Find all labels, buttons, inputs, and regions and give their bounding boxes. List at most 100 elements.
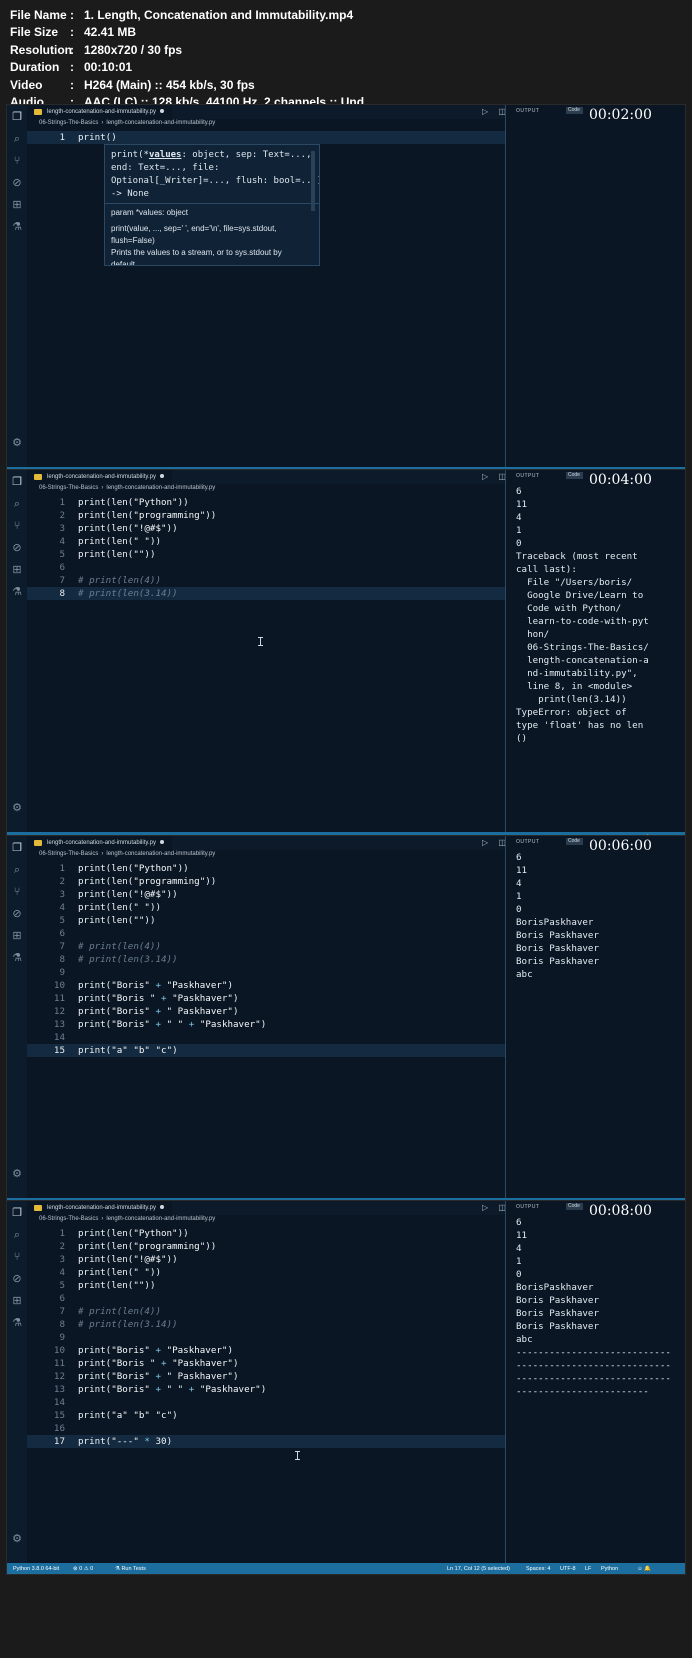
breadcrumb-file[interactable]: length-concatenation-and-immutability.py — [106, 120, 215, 126]
output-panel-title[interactable]: OUTPUT — [516, 839, 540, 845]
code-text[interactable]: print("---" * 30) — [78, 1435, 172, 1448]
explorer-icon[interactable]: ❐ — [11, 476, 23, 488]
settings-gear-icon[interactable]: ⚙ — [11, 1533, 23, 1545]
editor-tab[interactable]: length-concatenation-and-immutability.py — [27, 1201, 172, 1215]
settings-gear-icon[interactable]: ⚙ — [11, 437, 23, 449]
code-line[interactable]: 13 print("Boris" + " " + "Paskhaver") — [27, 1383, 541, 1396]
hover-scrollbar[interactable] — [311, 151, 315, 211]
explorer-icon[interactable]: ❐ — [11, 111, 23, 123]
code-text[interactable]: print(len("programming")) — [78, 875, 216, 888]
code-line[interactable]: 5 print(len("")) — [27, 1279, 541, 1292]
code-editor[interactable]: 1 print(len("Python")) 2 print(len("program… — [27, 496, 541, 832]
source-control-icon[interactable]: ⑂ — [11, 155, 23, 167]
editor-tab[interactable]: length-concatenation-and-immutability.py — [27, 836, 172, 850]
extensions-icon[interactable]: ⊞ — [11, 1295, 23, 1307]
debug-icon[interactable]: ⊘ — [11, 908, 23, 920]
code-line[interactable]: 17 print("---" * 30) — [27, 1435, 541, 1448]
code-text[interactable]: print(len(" ")) — [78, 1266, 161, 1279]
code-text[interactable]: print(len("programming")) — [78, 509, 216, 522]
code-line[interactable]: 6 — [27, 927, 541, 940]
code-text[interactable]: print(len("")) — [78, 1279, 155, 1292]
unsaved-dot-icon[interactable] — [159, 1205, 164, 1210]
code-text[interactable]: # print(len(3.14)) — [78, 587, 178, 600]
code-text[interactable]: print("a" "b" "c") — [78, 1409, 178, 1422]
breadcrumb-folder[interactable]: 06-Strings-The-Basics — [39, 851, 98, 857]
settings-gear-icon[interactable]: ⚙ — [11, 802, 23, 814]
code-line[interactable]: 10 print("Boris" + "Paskhaver") — [27, 1344, 541, 1357]
code-text[interactable]: print("Boris" + " Paskhaver") — [78, 1005, 239, 1018]
line-ending[interactable]: LF — [585, 1563, 591, 1574]
code-line[interactable]: 14 — [27, 1396, 541, 1409]
code-line[interactable]: 2 print(len("programming")) — [27, 875, 541, 888]
code-text[interactable]: print(len("")) — [78, 914, 155, 927]
extensions-icon[interactable]: ⊞ — [11, 199, 23, 211]
explorer-icon[interactable]: ❐ — [11, 1207, 23, 1219]
extensions-icon[interactable]: ⊞ — [11, 930, 23, 942]
problems-count[interactable]: ⊗ 0 ⚠ 0 — [73, 1563, 93, 1574]
editor-tab[interactable]: length-concatenation-and-immutability.py — [27, 470, 172, 484]
code-line[interactable]: 10 print("Boris" + "Paskhaver") — [27, 979, 541, 992]
editor-tab[interactable]: length-concatenation-and-immutability.py — [27, 105, 172, 119]
code-text[interactable]: # print(len(4)) — [78, 940, 161, 953]
settings-gear-icon[interactable]: ⚙ — [11, 1168, 23, 1180]
code-line[interactable]: 3 print(len("!@#$")) — [27, 888, 541, 901]
search-icon[interactable]: ⌕ — [11, 864, 23, 876]
search-icon[interactable]: ⌕ — [11, 498, 23, 510]
code-text[interactable]: print(len("Python")) — [78, 496, 189, 509]
code-text[interactable]: print("a" "b" "c") — [78, 1044, 178, 1057]
code-line[interactable]: 7 # print(len(4)) — [27, 574, 541, 587]
output-panel-title[interactable]: OUTPUT — [516, 473, 540, 479]
code-text[interactable]: print("Boris" + " " + "Paskhaver") — [78, 1018, 266, 1031]
code-line[interactable]: 11 print("Boris " + "Paskhaver") — [27, 992, 541, 1005]
breadcrumb-file[interactable]: length-concatenation-and-immutability.py — [106, 1216, 215, 1222]
code-line[interactable]: 16 — [27, 1422, 541, 1435]
code-line[interactable]: 4 print(len(" ")) — [27, 1266, 541, 1279]
code-line[interactable]: 11 print("Boris " + "Paskhaver") — [27, 1357, 541, 1370]
code-text[interactable]: print(len("Python")) — [78, 1227, 189, 1240]
output-panel-title[interactable]: OUTPUT — [516, 1204, 540, 1210]
code-text[interactable]: print(len("!@#$")) — [78, 522, 178, 535]
code-line[interactable]: 5 print(len("")) — [27, 914, 541, 927]
code-text[interactable]: print("Boris " + "Paskhaver") — [78, 1357, 239, 1370]
breadcrumb-folder[interactable]: 06-Strings-The-Basics — [39, 1216, 98, 1222]
code-line[interactable]: 5 print(len("")) — [27, 548, 541, 561]
code-line[interactable]: 1 print(len("Python")) — [27, 496, 541, 509]
code-text[interactable]: print("Boris" + "Paskhaver") — [78, 1344, 233, 1357]
indentation[interactable]: Spaces: 4 — [526, 1563, 550, 1574]
test-icon[interactable]: ⚗ — [11, 952, 23, 964]
code-line[interactable]: 1 print() — [27, 131, 541, 144]
code-text[interactable]: print(len(" ")) — [78, 535, 161, 548]
source-control-icon[interactable]: ⑂ — [11, 520, 23, 532]
source-control-icon[interactable]: ⑂ — [11, 1251, 23, 1263]
search-icon[interactable]: ⌕ — [11, 1229, 23, 1241]
unsaved-dot-icon[interactable] — [159, 109, 164, 114]
encoding[interactable]: UTF-8 — [560, 1563, 576, 1574]
code-line[interactable]: 12 print("Boris" + " Paskhaver") — [27, 1370, 541, 1383]
code-line[interactable]: 2 print(len("programming")) — [27, 1240, 541, 1253]
code-line[interactable]: 7 # print(len(4)) — [27, 940, 541, 953]
run-tests-button[interactable]: ⚗ Run Tests — [115, 1563, 146, 1574]
code-text[interactable]: print() — [78, 131, 117, 144]
code-line[interactable]: 15 print("a" "b" "c") — [27, 1044, 541, 1057]
code-text[interactable]: print(len("programming")) — [78, 1240, 216, 1253]
unsaved-dot-icon[interactable] — [159, 474, 164, 479]
code-line[interactable]: 15 print("a" "b" "c") — [27, 1409, 541, 1422]
code-text[interactable]: # print(len(3.14)) — [78, 953, 178, 966]
code-text[interactable]: print("Boris" + " Paskhaver") — [78, 1370, 239, 1383]
code-text[interactable]: print("Boris" + "Paskhaver") — [78, 979, 233, 992]
debug-icon[interactable]: ⊘ — [11, 177, 23, 189]
code-text[interactable]: print("Boris" + " " + "Paskhaver") — [78, 1383, 266, 1396]
code-text[interactable]: print(len("")) — [78, 548, 155, 561]
code-line[interactable]: 6 — [27, 1292, 541, 1305]
code-text[interactable]: print(len("!@#$")) — [78, 1253, 178, 1266]
code-line[interactable]: 4 print(len(" ")) — [27, 901, 541, 914]
code-line[interactable]: 1 print(len("Python")) — [27, 862, 541, 875]
code-text[interactable]: # print(len(4)) — [78, 1305, 161, 1318]
output-panel-title[interactable]: OUTPUT — [516, 108, 540, 114]
explorer-icon[interactable]: ❐ — [11, 842, 23, 854]
code-text[interactable]: print("Boris " + "Paskhaver") — [78, 992, 239, 1005]
language-mode[interactable]: Python — [601, 1563, 618, 1574]
python-interpreter[interactable]: Python 3.8.0 64-bit — [13, 1563, 59, 1574]
code-text[interactable]: print(len("!@#$")) — [78, 888, 178, 901]
test-icon[interactable]: ⚗ — [11, 1317, 23, 1329]
